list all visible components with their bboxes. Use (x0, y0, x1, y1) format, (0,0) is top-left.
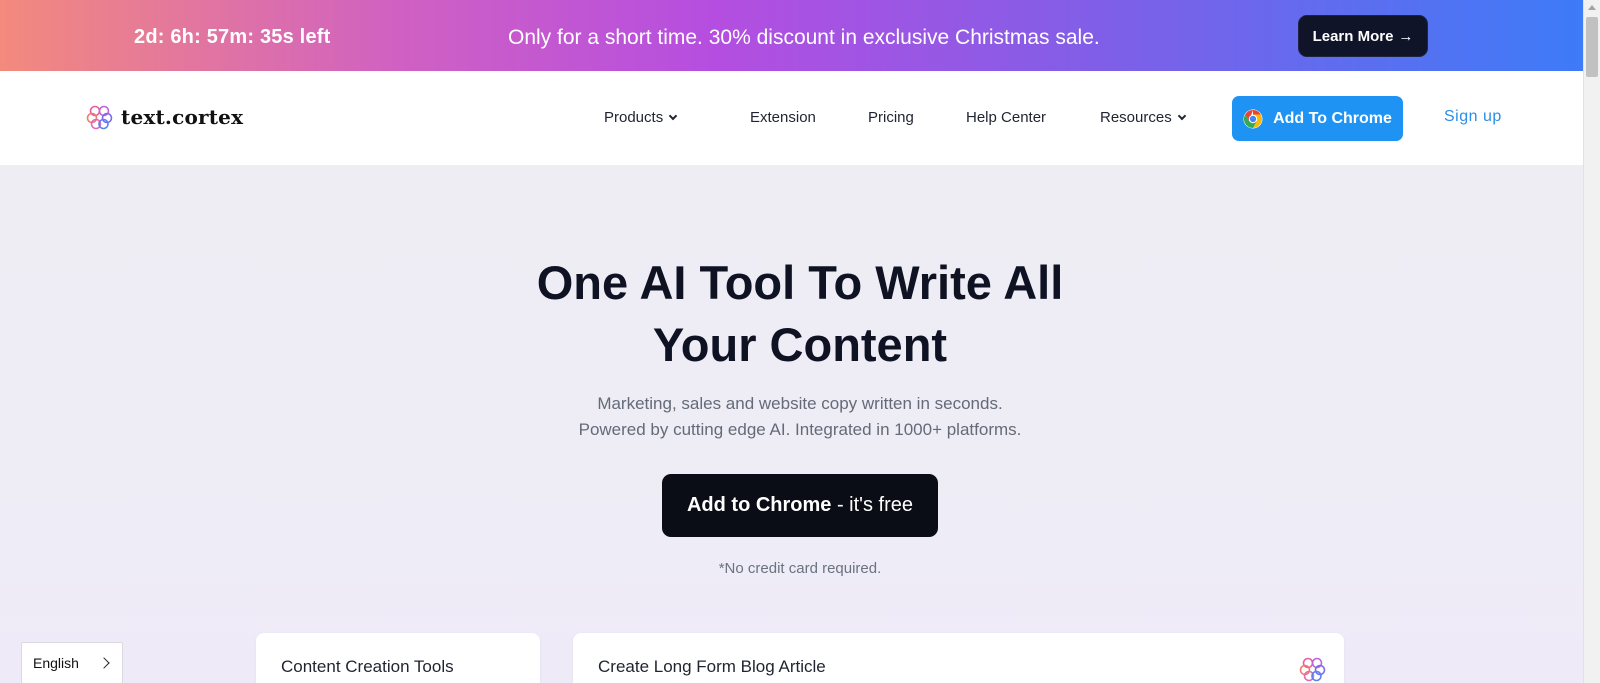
content-creation-card[interactable]: Content Creation Tools (256, 633, 540, 683)
add-to-chrome-free-button[interactable]: Add to Chrome - it's free (662, 474, 938, 537)
long-form-blog-card[interactable]: Create Long Form Blog Article (573, 633, 1344, 683)
nav-products[interactable]: Products (604, 109, 678, 126)
hero-section: One AI Tool To Write All Your Content Ma… (0, 165, 1583, 683)
logo-text: text.cortex (121, 105, 244, 129)
add-to-chrome-button[interactable]: Add To Chrome (1232, 96, 1403, 141)
arrow-right-icon: → (1398, 27, 1414, 45)
nav-pricing-label: Pricing (868, 109, 914, 126)
hero-title-line-2: Your Content (652, 318, 948, 371)
content-creation-title: Content Creation Tools (281, 657, 454, 676)
chrome-icon (1243, 109, 1263, 128)
logo[interactable]: text.cortex (85, 103, 243, 131)
nav-help-center-label: Help Center (966, 109, 1047, 126)
nav-resources[interactable]: Resources (1100, 109, 1186, 126)
countdown-timer: 2d: 6h: 57m: 35s left (134, 26, 331, 48)
chevron-down-icon (1177, 111, 1186, 121)
promo-banner: 2d: 6h: 57m: 35s left Only for a short t… (0, 0, 1583, 71)
brain-logo-icon (86, 105, 113, 130)
hero-subtitle-line-1: Marketing, sales and website copy writte… (597, 394, 1003, 413)
nav-extension[interactable]: Extension (750, 109, 816, 126)
chevron-right-icon (98, 657, 110, 669)
learn-more-label: Learn More (1312, 27, 1394, 45)
long-form-blog-title: Create Long Form Blog Article (598, 657, 826, 676)
sign-up-link[interactable]: Sign up (1444, 108, 1502, 126)
nav-products-label: Products (604, 109, 664, 126)
hero-subtitle: Marketing, sales and website copy writte… (0, 391, 1600, 443)
promo-message: Only for a short time. 30% discount in e… (508, 26, 1100, 49)
nav-help-center[interactable]: Help Center (966, 109, 1046, 126)
chevron-down-icon (668, 111, 678, 121)
nav-resources-label: Resources (1100, 109, 1172, 126)
cta-free-label: - it's free (831, 494, 914, 516)
language-selector[interactable]: English (21, 642, 123, 683)
no-credit-card-note: *No credit card required. (718, 560, 882, 577)
hero-title: One AI Tool To Write All Your Content (0, 252, 1600, 376)
hero-subtitle-line-2: Powered by cutting edge AI. Integrated i… (578, 420, 1022, 439)
vertical-scrollbar[interactable] (1583, 0, 1600, 683)
add-to-chrome-label: Add To Chrome (1273, 109, 1392, 127)
top-navigation: text.cortex Products Extension Pricing H… (0, 71, 1583, 165)
brain-logo-icon (1299, 657, 1326, 682)
nav-extension-label: Extension (750, 109, 816, 126)
nav-pricing[interactable]: Pricing (868, 109, 914, 126)
hero-title-line-1: One AI Tool To Write All (536, 256, 1064, 309)
learn-more-button[interactable]: Learn More → (1298, 15, 1428, 57)
language-label: English (33, 655, 79, 671)
scroll-up-arrow-icon[interactable] (1588, 5, 1596, 10)
cta-bold-label: Add to Chrome (686, 494, 832, 516)
scrollbar-thumb[interactable] (1586, 17, 1598, 77)
